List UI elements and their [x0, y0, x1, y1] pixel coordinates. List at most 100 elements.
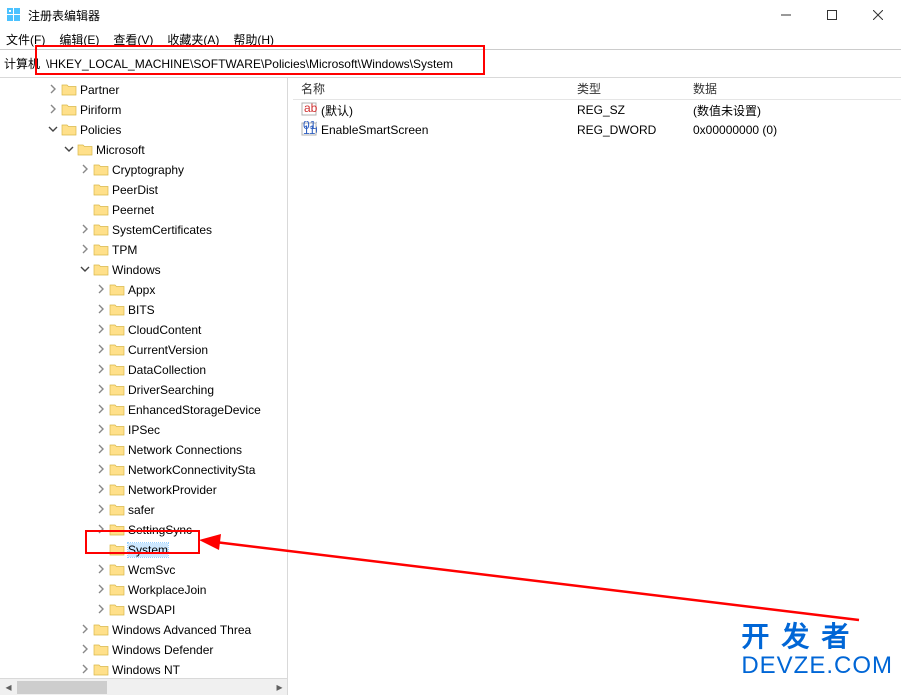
address-path[interactable]: \HKEY_LOCAL_MACHINE\SOFTWARE\Policies\Mi…: [44, 57, 901, 71]
chevron-right-icon[interactable]: [46, 103, 60, 117]
folder-icon: [93, 163, 109, 177]
tree-item[interactable]: NetworkConnectivitySta: [0, 460, 287, 480]
tree-item[interactable]: Windows NT: [0, 660, 287, 680]
tree-item[interactable]: CurrentVersion: [0, 340, 287, 360]
folder-icon: [109, 603, 125, 617]
list-row[interactable]: ab(默认)REG_SZ(数值未设置): [293, 100, 901, 120]
tree-item[interactable]: TPM: [0, 240, 287, 260]
tree-item[interactable]: WcmSvc: [0, 560, 287, 580]
tree-item[interactable]: WSDAPI: [0, 600, 287, 620]
tree-item[interactable]: Piriform: [0, 100, 287, 120]
tree-item[interactable]: CloudContent: [0, 320, 287, 340]
list-row[interactable]: 011110EnableSmartScreenREG_DWORD0x000000…: [293, 120, 901, 140]
tree-item[interactable]: System: [0, 540, 287, 560]
tree-item-label: SystemCertificates: [112, 223, 212, 237]
scroll-thumb[interactable]: [17, 681, 107, 694]
tree-item[interactable]: SystemCertificates: [0, 220, 287, 240]
tree-item[interactable]: DriverSearching: [0, 380, 287, 400]
chevron-right-icon[interactable]: [94, 383, 108, 397]
tree-item[interactable]: EnhancedStorageDevice: [0, 400, 287, 420]
tree-item[interactable]: Partner: [0, 80, 287, 100]
tree-item[interactable]: Cryptography: [0, 160, 287, 180]
tree-item[interactable]: Network Connections: [0, 440, 287, 460]
tree-hscrollbar[interactable]: ◂ ▸: [0, 678, 288, 695]
chevron-right-icon[interactable]: [94, 463, 108, 477]
chevron-right-icon[interactable]: [78, 223, 92, 237]
minimize-button[interactable]: [763, 0, 809, 30]
chevron-right-icon[interactable]: [94, 343, 108, 357]
maximize-button[interactable]: [809, 0, 855, 30]
chevron-right-icon[interactable]: [94, 303, 108, 317]
chevron-right-icon[interactable]: [78, 643, 92, 657]
binary-value-icon: 011110: [301, 121, 317, 140]
tree-item[interactable]: SettingSync: [0, 520, 287, 540]
chevron-right-icon[interactable]: [94, 523, 108, 537]
scroll-left-icon[interactable]: ◂: [0, 679, 17, 695]
folder-icon: [109, 423, 125, 437]
tree-item-label: IPSec: [128, 423, 160, 437]
tree-item-label: SettingSync: [128, 523, 192, 537]
chevron-right-icon[interactable]: [94, 423, 108, 437]
tree-item[interactable]: WorkplaceJoin: [0, 580, 287, 600]
menu-view[interactable]: 查看(V): [113, 31, 153, 48]
svg-text:ab: ab: [304, 101, 317, 115]
tree-item[interactable]: Windows: [0, 260, 287, 280]
tree-item-label: Windows NT: [112, 663, 180, 677]
col-header-name[interactable]: 名称: [293, 80, 569, 97]
tree-item[interactable]: DataCollection: [0, 360, 287, 380]
menu-edit[interactable]: 编辑(E): [59, 31, 99, 48]
chevron-down-icon[interactable]: [62, 143, 76, 157]
tree-item[interactable]: Windows Defender: [0, 640, 287, 660]
tree-item[interactable]: NetworkProvider: [0, 480, 287, 500]
menu-file[interactable]: 文件(F): [6, 31, 45, 48]
tree-item[interactable]: Policies: [0, 120, 287, 140]
tree-item[interactable]: BITS: [0, 300, 287, 320]
tree-item[interactable]: PeerDist: [0, 180, 287, 200]
tree-item-label: TPM: [112, 243, 137, 257]
chevron-right-icon[interactable]: [78, 663, 92, 677]
tree-item-label: PeerDist: [112, 183, 158, 197]
tree-item[interactable]: IPSec: [0, 420, 287, 440]
folder-icon: [61, 123, 77, 137]
address-bar: 计算机 \HKEY_LOCAL_MACHINE\SOFTWARE\Policie…: [0, 50, 901, 78]
chevron-right-icon[interactable]: [78, 623, 92, 637]
col-header-type[interactable]: 类型: [569, 80, 685, 97]
chevron-right-icon[interactable]: [78, 243, 92, 257]
scroll-right-icon[interactable]: ▸: [271, 679, 288, 695]
chevron-right-icon[interactable]: [94, 363, 108, 377]
chevron-right-icon[interactable]: [46, 83, 60, 97]
folder-icon: [109, 403, 125, 417]
chevron-down-icon[interactable]: [78, 263, 92, 277]
folder-icon: [93, 223, 109, 237]
app-icon: [6, 7, 22, 23]
tree-item-label: Cryptography: [112, 163, 184, 177]
col-header-data[interactable]: 数据: [685, 80, 901, 97]
values-panel: 名称 类型 数据 ab(默认)REG_SZ(数值未设置)011110Enable…: [293, 78, 901, 695]
chevron-right-icon[interactable]: [94, 443, 108, 457]
chevron-right-icon[interactable]: [94, 283, 108, 297]
chevron-right-icon[interactable]: [94, 563, 108, 577]
value-type: REG_DWORD: [569, 123, 685, 137]
chevron-right-icon[interactable]: [94, 323, 108, 337]
menu-help[interactable]: 帮助(H): [233, 31, 274, 48]
tree-item[interactable]: Windows Advanced Threa: [0, 620, 287, 640]
chevron-right-icon[interactable]: [94, 483, 108, 497]
tree-item-label: System: [128, 543, 168, 557]
close-button[interactable]: [855, 0, 901, 30]
tree-item[interactable]: Microsoft: [0, 140, 287, 160]
tree-item[interactable]: Peernet: [0, 200, 287, 220]
tree-item-label: Peernet: [112, 203, 154, 217]
tree-item[interactable]: safer: [0, 500, 287, 520]
folder-icon: [109, 443, 125, 457]
chevron-right-icon[interactable]: [78, 163, 92, 177]
folder-icon: [61, 103, 77, 117]
chevron-right-icon[interactable]: [94, 603, 108, 617]
menu-favorites[interactable]: 收藏夹(A): [167, 31, 219, 48]
chevron-right-icon[interactable]: [94, 583, 108, 597]
tree-item[interactable]: Appx: [0, 280, 287, 300]
chevron-right-icon[interactable]: [94, 503, 108, 517]
chevron-down-icon[interactable]: [46, 123, 60, 137]
window-controls: [763, 0, 901, 30]
tree-item-label: NetworkProvider: [128, 483, 217, 497]
chevron-right-icon[interactable]: [94, 403, 108, 417]
